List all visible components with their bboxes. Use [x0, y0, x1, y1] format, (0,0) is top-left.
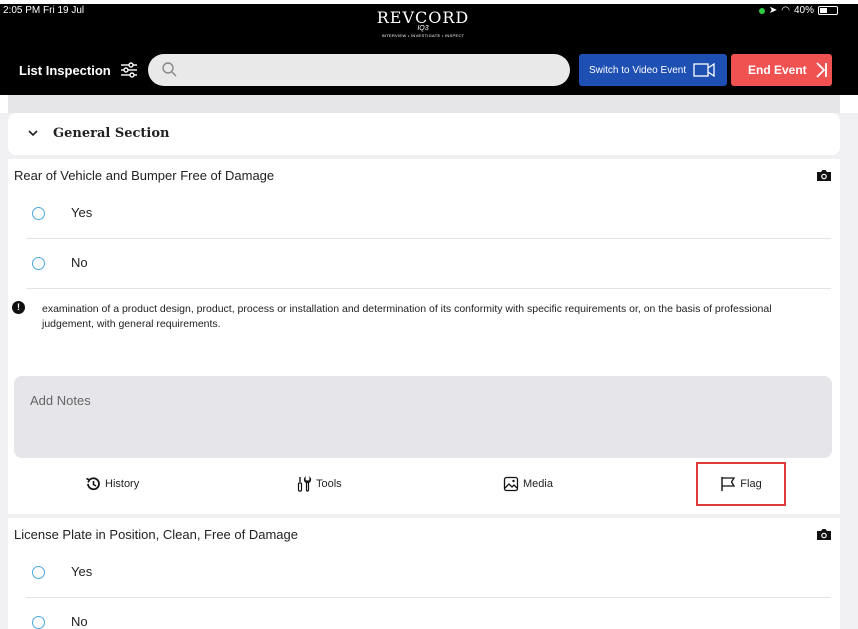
flag-label: Flag	[740, 478, 762, 490]
option-no[interactable]: No	[26, 239, 831, 289]
recording-dot-icon	[758, 7, 765, 14]
search-bar[interactable]	[148, 54, 570, 86]
top-rule	[0, 0, 858, 4]
battery-icon	[818, 6, 838, 15]
option-label: No	[71, 255, 88, 270]
question-info-text: examination of a product design, product…	[42, 303, 772, 330]
search-input[interactable]	[184, 60, 554, 80]
history-button[interactable]: History	[85, 462, 139, 506]
video-camera-icon	[693, 63, 715, 77]
question-card: License Plate in Position, Clean, Free o…	[8, 518, 840, 629]
page-title: List Inspection	[19, 63, 111, 78]
logo: REVCORD IQ3 INTERVIEW • INVESTIGATE • IN…	[368, 8, 478, 38]
end-event-button[interactable]: End Event	[731, 54, 832, 86]
history-icon	[86, 477, 100, 491]
option-label: Yes	[71, 564, 93, 579]
image-icon	[503, 476, 519, 492]
section-header[interactable]: General Section	[8, 113, 840, 155]
filter-sliders-icon[interactable]	[120, 62, 138, 78]
tools-button[interactable]: Tools	[296, 462, 342, 506]
spacer-band	[8, 95, 840, 113]
chevron-down-icon[interactable]	[28, 129, 38, 137]
question-title: Rear of Vehicle and Bumper Free of Damag…	[14, 168, 275, 183]
info-icon: !	[12, 301, 25, 314]
switch-to-video-event-button[interactable]: Switch to Video Event	[579, 54, 727, 86]
logo-tagline: INTERVIEW • INVESTIGATE • INSPECT	[381, 33, 465, 38]
video-button-label: Switch to Video Event	[589, 64, 687, 76]
top-bar: 2:05 PM Fri 19 Jul ➤ ◠ 40% REVCORD IQ3 I…	[0, 0, 858, 95]
flag-icon	[721, 477, 736, 491]
tools-label: Tools	[316, 478, 342, 490]
media-button[interactable]: Media	[503, 462, 553, 506]
question-card: Rear of Vehicle and Bumper Free of Damag…	[8, 159, 840, 514]
battery-percent: 40%	[793, 5, 814, 16]
status-time: 2:05 PM Fri 19 Jul	[3, 5, 85, 16]
status-indicators: ➤ ◠ 40%	[758, 5, 838, 16]
wifi-icon: ◠	[781, 5, 790, 16]
option-yes[interactable]: Yes	[26, 548, 831, 598]
flag-button[interactable]: Flag	[696, 462, 786, 506]
option-no[interactable]: No	[26, 598, 831, 629]
media-label: Media	[523, 478, 553, 490]
radio-button[interactable]	[32, 566, 45, 579]
history-label: History	[105, 478, 140, 490]
radio-button[interactable]	[32, 616, 45, 629]
radio-button[interactable]	[32, 257, 45, 270]
section-title: General Section	[53, 126, 170, 141]
question-title: License Plate in Position, Clean, Free o…	[14, 527, 298, 542]
option-yes[interactable]: Yes	[26, 189, 831, 239]
notes-field[interactable]	[14, 376, 832, 458]
option-label: Yes	[71, 205, 93, 220]
radio-button[interactable]	[32, 207, 45, 220]
exit-icon	[816, 62, 827, 78]
tools-icon	[297, 476, 312, 492]
end-button-label: End Event	[748, 63, 807, 77]
option-label: No	[71, 614, 88, 629]
camera-icon[interactable]	[816, 169, 832, 182]
location-icon: ➤	[768, 5, 778, 16]
search-icon	[162, 62, 177, 77]
camera-icon[interactable]	[816, 528, 832, 541]
